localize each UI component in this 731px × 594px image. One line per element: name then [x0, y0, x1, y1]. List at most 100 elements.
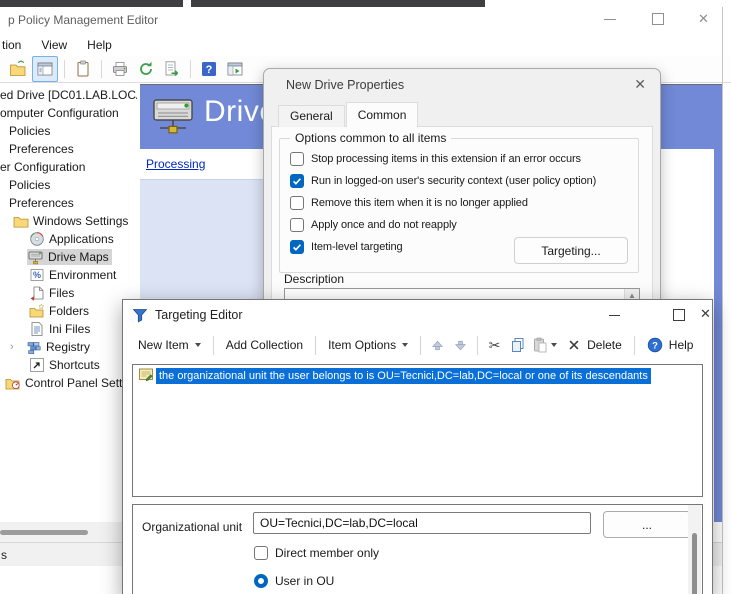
tree-item-windows-settings[interactable]: Windows Settings [0, 212, 137, 230]
checkbox-apply-once-and[interactable] [290, 218, 304, 232]
tree-item-control-panel-sett[interactable]: Control Panel Sett [0, 374, 137, 392]
scrollbar-thumb[interactable] [0, 530, 88, 535]
move-down-button[interactable] [449, 334, 472, 357]
checkbox-remove-this-item[interactable] [290, 196, 304, 210]
selected-rule-text[interactable]: the organizational unit the user belongs… [156, 368, 651, 384]
tree-item-drive-maps[interactable]: Drive Maps [0, 248, 137, 266]
tab-general[interactable]: General [278, 105, 345, 127]
common-tab-page: Options common to all items Stop process… [271, 126, 653, 301]
tree-item-policies[interactable]: Policies [0, 176, 137, 194]
option-label: Run in logged-on user's security context… [311, 175, 596, 187]
svg-text:%: % [33, 270, 41, 280]
targeting-editor-dialog: Targeting Editor ✕ New ItemAdd Collectio… [122, 299, 713, 594]
option-row: Run in logged-on user's security context… [290, 170, 632, 192]
menu-view[interactable]: View [31, 35, 77, 55]
tree-item-files[interactable]: Files [0, 284, 137, 302]
processing-link[interactable]: Processing [146, 157, 205, 171]
ini-icon [29, 321, 45, 337]
tab-common[interactable]: Common [346, 102, 419, 127]
option-row: Remove this item when it is no longer ap… [290, 192, 632, 214]
tree-horizontal-scrollbar[interactable] [0, 522, 137, 542]
panel-vertical-scrollbar[interactable] [688, 505, 701, 594]
dropdown-caret-icon [195, 343, 201, 347]
printer-icon[interactable] [108, 57, 132, 81]
tree-item-preferences[interactable]: Preferences [0, 140, 137, 158]
menu-action[interactable]: tion [0, 35, 31, 55]
menu-help[interactable]: Help [77, 35, 122, 55]
minimize-button[interactable] [609, 315, 620, 316]
scrollbar-thumb[interactable] [692, 533, 697, 594]
delete-button[interactable]: Delete [560, 334, 629, 356]
close-icon[interactable]: ✕ [700, 306, 711, 322]
paste-button[interactable] [529, 334, 560, 357]
option-label: Remove this item when it is no longer ap… [311, 197, 528, 209]
gpme-window-title: p Policy Management Editor [8, 13, 158, 27]
tree-item-label: Policies [9, 178, 50, 192]
toolbar-button-label: Help [669, 338, 694, 352]
checkbox-run-in-logged-on[interactable] [290, 174, 304, 188]
tree-item-label: Control Panel Sett [25, 376, 122, 390]
tree-item-label: Environment [49, 268, 116, 282]
new-item-button[interactable]: New Item [131, 334, 208, 356]
user-in-ou-radio[interactable] [254, 574, 268, 588]
copy-button[interactable] [506, 334, 529, 357]
new-drive-properties-dialog: New Drive Properties ✕ GeneralCommon Opt… [263, 68, 661, 302]
dropdown-caret-icon [551, 343, 557, 347]
tree-item-folders[interactable]: Folders [0, 302, 137, 320]
close-icon[interactable]: ✕ [698, 10, 709, 28]
folders-icon [29, 303, 45, 319]
list-item[interactable]: the organizational unit the user belongs… [133, 366, 702, 386]
toolbar-separator [420, 336, 421, 355]
close-icon[interactable]: ✕ [634, 76, 646, 93]
targeting-rule-list[interactable]: the organizational unit the user belongs… [132, 364, 703, 497]
tree-item-label: Files [49, 286, 74, 300]
tree-item-ini-files[interactable]: Ini Files [0, 320, 137, 338]
option-label: Stop processing items in this extension … [311, 153, 581, 165]
tree-item-registry[interactable]: ›Registry [0, 338, 137, 356]
option-label: Apply once and do not reapply [311, 219, 457, 231]
toolbar-separator [190, 60, 191, 78]
maximize-button[interactable] [673, 309, 685, 321]
browse-button[interactable]: ... [603, 511, 691, 538]
tree-item-label: Shortcuts [49, 358, 100, 372]
tree-item-ed-drive-dc01-lab-loca[interactable]: ed Drive [DC01.LAB.LOCA [0, 86, 137, 104]
cut-button[interactable]: ✂ [483, 334, 506, 357]
minimize-button[interactable] [604, 19, 616, 20]
window-right-border [722, 7, 723, 594]
funnel-icon [132, 307, 148, 328]
toolbar-separator [634, 336, 635, 355]
item-options-button[interactable]: Item Options [321, 334, 415, 356]
direct-member-only-label: Direct member only [275, 546, 379, 560]
help-square-icon[interactable]: ? [197, 57, 221, 81]
refresh-icon[interactable] [134, 57, 158, 81]
tree-item-shortcuts[interactable]: Shortcuts [0, 356, 137, 374]
maximize-button[interactable] [652, 13, 664, 25]
export-list-icon[interactable] [160, 57, 184, 81]
tree-item-environment[interactable]: % Environment [0, 266, 137, 284]
percent-icon: % [29, 267, 45, 283]
tree-item-er-configuration[interactable]: er Configuration [0, 158, 137, 176]
clipboard-icon[interactable] [71, 57, 95, 81]
tree-item-applications[interactable]: Applications [0, 230, 137, 248]
direct-member-only-checkbox[interactable] [254, 546, 268, 560]
svg-text:?: ? [206, 64, 213, 76]
tree-item-preferences[interactable]: Preferences [0, 194, 137, 212]
option-row: Apply once and do not reapply [290, 214, 632, 236]
description-label: Description [284, 272, 344, 286]
checkbox-item-level-targeting[interactable] [290, 240, 304, 254]
expander-chevron-icon[interactable]: › [10, 341, 26, 353]
open-folder-icon[interactable] [6, 57, 30, 81]
tree-item-policies[interactable]: Policies [0, 122, 137, 140]
tree-item-omputer-configuration[interactable]: omputer Configuration [0, 104, 137, 122]
tree-item-label: Drive Maps [48, 250, 109, 264]
organizational-unit-input[interactable] [253, 512, 591, 534]
console-tree-icon[interactable] [32, 56, 58, 82]
help-button[interactable]: ?Help [640, 333, 701, 357]
checkbox-stop-processing-items[interactable] [290, 152, 304, 166]
new-window-icon[interactable] [223, 57, 247, 81]
move-up-button[interactable] [426, 334, 449, 357]
control-panel-icon [5, 375, 21, 391]
add-collection-button[interactable]: Add Collection [219, 334, 310, 356]
targeting-button[interactable]: Targeting... [514, 237, 628, 264]
registry-icon [26, 339, 42, 355]
